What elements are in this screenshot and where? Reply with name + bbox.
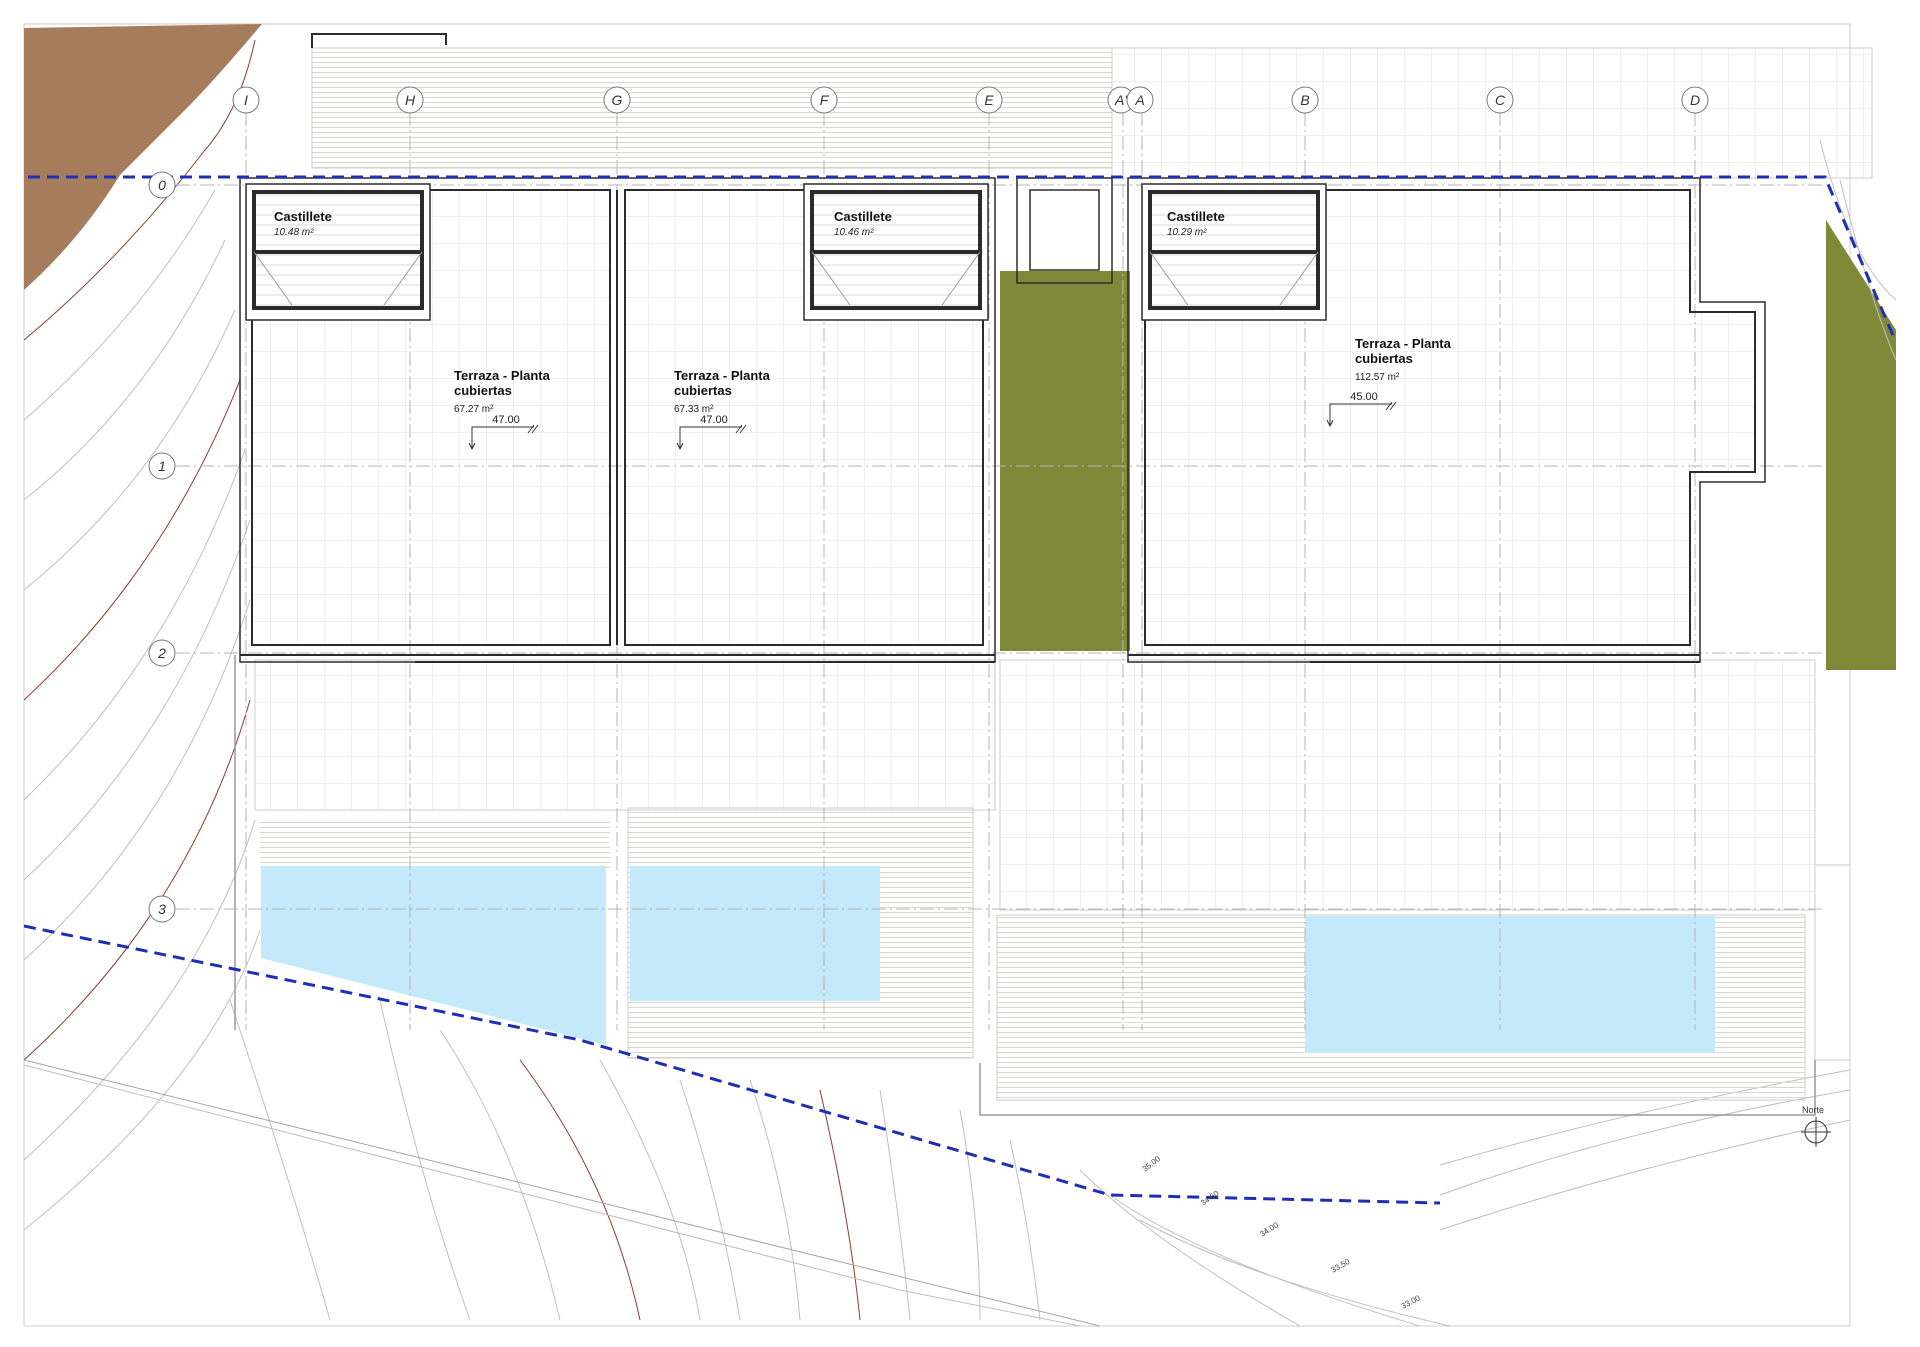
castillete-area: 10.46 m² (834, 227, 874, 238)
level-mark-label: 45.00 (1350, 391, 1378, 403)
castillete-name: Castillete (274, 209, 332, 224)
terrace-name: cubiertas (674, 383, 732, 398)
column-bubble-label: G (612, 92, 623, 108)
terrace-name: Terraza - Planta (674, 368, 771, 383)
level-mark-label: 47.00 (700, 414, 728, 426)
row-bubble-label: 1 (158, 458, 166, 474)
column-bubble-label: F (820, 92, 830, 108)
terrace-name: Terraza - Planta (454, 368, 551, 383)
castillete-area: 10.29 m² (1167, 227, 1207, 238)
garden-strip (1826, 220, 1896, 670)
paving-area (999, 659, 1816, 911)
castillete-area: 10.48 m² (274, 227, 314, 238)
column-bubble-label: A' (1114, 92, 1128, 108)
roof-plan-drawing: I H G F E A' A B C D 0 1 2 3 Castillete 10.48 m² Terraz… (23, 23, 1897, 1327)
north-label: Norte (1802, 1105, 1824, 1115)
lower-deck (260, 820, 610, 870)
column-bubble-label: I (244, 92, 248, 108)
level-mark-label: 47.00 (492, 414, 520, 426)
terrace-area: 112.57 m² (1355, 372, 1400, 383)
row-bubble-label: 2 (157, 645, 166, 661)
paving-area (254, 659, 996, 811)
side-path (1814, 864, 1851, 1061)
column-bubble-label: B (1300, 92, 1309, 108)
terrace-name: Terraza - Planta (1355, 336, 1452, 351)
terrace-name: cubiertas (1355, 351, 1413, 366)
column-bubble-label: H (405, 92, 416, 108)
castillete-name: Castillete (834, 209, 892, 224)
pool (1305, 916, 1715, 1053)
terrace-area: 67.27 m² (454, 404, 494, 415)
row-bubble-label: 0 (158, 177, 166, 193)
column-bubble-label: C (1495, 92, 1506, 108)
column-bubble-label: A (1134, 92, 1144, 108)
garden-strip (1000, 271, 1130, 651)
column-bubble-label: E (984, 92, 994, 108)
terrace-name: cubiertas (454, 383, 512, 398)
column-bubble-label: D (1690, 92, 1700, 108)
row-bubble-label: 3 (158, 901, 166, 917)
pool (630, 866, 880, 1001)
paving-area (1111, 47, 1873, 179)
castillete-name: Castillete (1167, 209, 1225, 224)
